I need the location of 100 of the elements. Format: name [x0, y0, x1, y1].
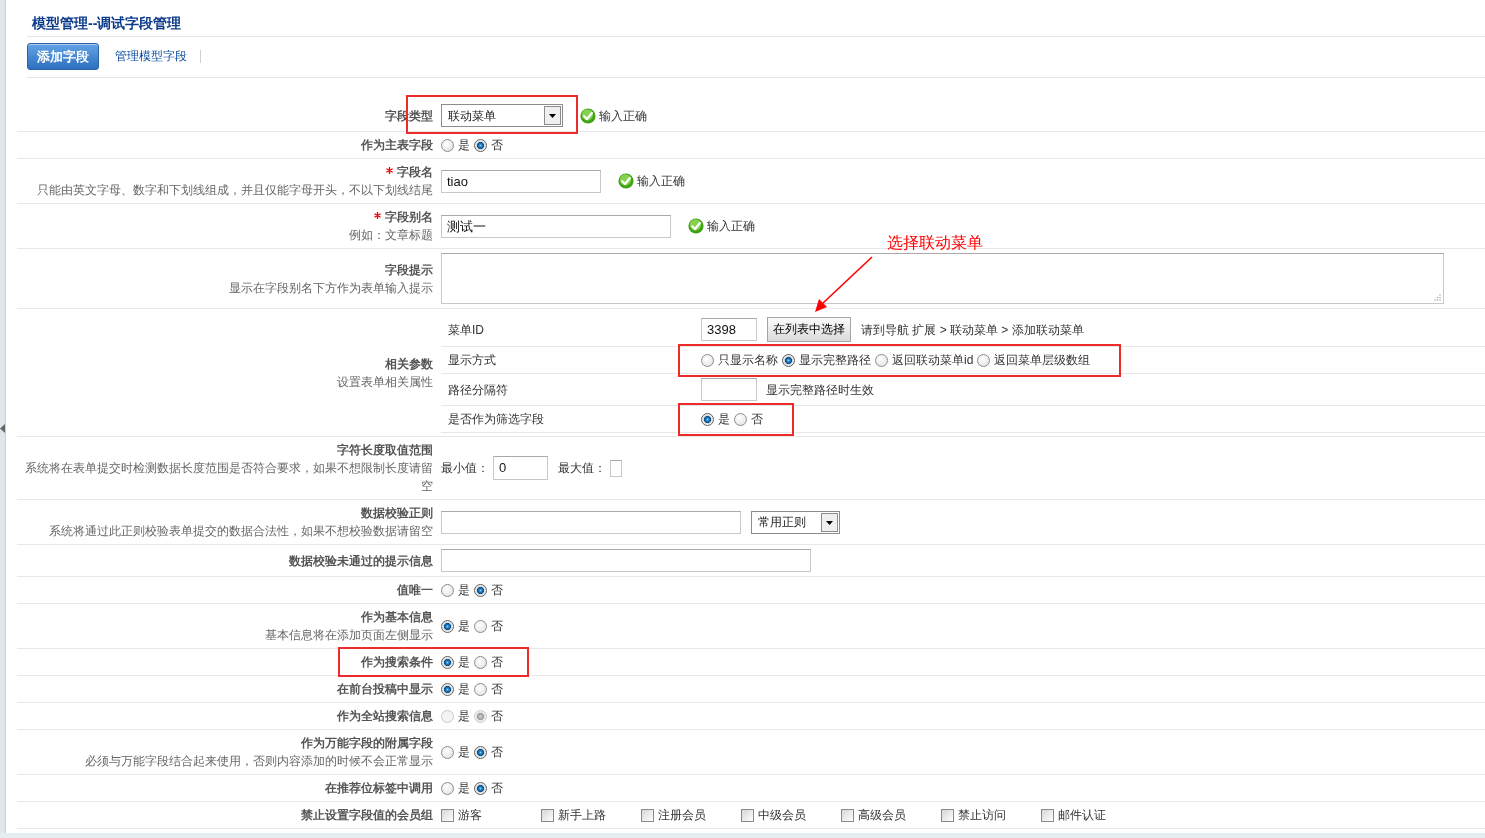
- radio-label: 否: [491, 681, 503, 698]
- max-label: 最大值：: [558, 460, 606, 477]
- radio-button[interactable]: [441, 655, 454, 669]
- radio-button[interactable]: [701, 353, 714, 367]
- radio-label: 否: [491, 137, 503, 154]
- field-label: 相关参数: [385, 355, 433, 373]
- checkbox[interactable]: [1041, 808, 1054, 822]
- text-field[interactable]: [701, 378, 757, 401]
- check-circle-icon: [688, 218, 704, 234]
- resize-grip-icon: [1434, 294, 1441, 301]
- field-hint: 设置表单相关属性: [337, 373, 433, 391]
- radio-button[interactable]: [441, 138, 454, 152]
- field-hint: 显示在字段别名下方作为表单输入提示: [229, 279, 433, 297]
- dropdown-select[interactable]: 常用正则: [751, 510, 840, 534]
- field-label: 数据校验正则: [361, 505, 433, 522]
- radio-label: 否: [491, 780, 503, 797]
- radio-label: 否: [491, 618, 503, 635]
- radio-button[interactable]: [441, 682, 454, 696]
- checkbox[interactable]: [941, 808, 954, 822]
- checkbox[interactable]: [841, 808, 854, 822]
- checkbox-label: 注册会员: [658, 807, 706, 824]
- checkbox-label: 新手上路: [558, 807, 606, 824]
- field-hint: 必须与万能字段结合起来使用，否则内容添加的时候不会正常显示: [85, 753, 433, 770]
- radio-button[interactable]: [782, 353, 795, 367]
- check-circle-icon: [580, 107, 596, 124]
- tab[interactable]: 添加字段: [27, 43, 99, 70]
- radio-button[interactable]: [875, 353, 888, 367]
- field-label: 禁止设置字段值的会员组: [301, 807, 433, 824]
- radio-label: 否: [491, 654, 503, 671]
- status-text: 输入正确: [599, 107, 647, 125]
- page-title: 模型管理--调试字段管理: [32, 15, 182, 31]
- text-field[interactable]: 3398: [701, 318, 757, 341]
- param-label: 显示方式: [448, 352, 496, 369]
- field-hint: 系统将在表单提交时检测数据长度范围是否符合要求，如果不想限制长度请留空: [25, 460, 433, 495]
- checkbox[interactable]: [741, 808, 754, 822]
- radio-label: 否: [751, 411, 763, 428]
- text-field[interactable]: [441, 510, 741, 534]
- radio-button[interactable]: [474, 682, 487, 696]
- text-field[interactable]: 0: [493, 456, 548, 480]
- status-text: 输入正确: [637, 173, 685, 190]
- radio-label: 否: [491, 744, 503, 761]
- radio-label: 否: [491, 708, 503, 725]
- radio-button[interactable]: [474, 138, 487, 152]
- field-hint: 例如：文章标题: [349, 227, 433, 244]
- param-label: 菜单ID: [448, 321, 484, 339]
- param-label: 是否作为筛选字段: [448, 411, 544, 428]
- radio-label: 是: [718, 411, 730, 428]
- radio-label: 是: [458, 780, 470, 797]
- radio-button[interactable]: [734, 412, 747, 426]
- field-label: 数据校验未通过的提示信息: [289, 552, 433, 570]
- collapse-arrow-icon[interactable]: [0, 424, 5, 433]
- radio-button[interactable]: [474, 583, 487, 597]
- radio-label: 是: [458, 744, 470, 761]
- radio-label: 是: [458, 708, 470, 725]
- radio-button[interactable]: [701, 412, 714, 426]
- checkbox[interactable]: [441, 808, 454, 822]
- textarea-field[interactable]: [441, 253, 1444, 304]
- field-hint: 只能由英文字母、数字和下划线组成，并且仅能字母开头，不以下划线结尾: [37, 182, 433, 199]
- radio-button[interactable]: [441, 745, 454, 759]
- text-field[interactable]: [610, 459, 622, 477]
- checkbox-label: 中级会员: [758, 807, 806, 824]
- text-field[interactable]: tiao: [441, 169, 601, 193]
- radio-label: 只显示名称: [718, 352, 778, 369]
- annotation-text: 选择联动菜单: [887, 233, 983, 253]
- radio-button[interactable]: [474, 781, 487, 795]
- checkbox[interactable]: [641, 808, 654, 822]
- field-label: 字段提示: [385, 261, 433, 279]
- radio-button[interactable]: [474, 619, 487, 633]
- select-from-list-button[interactable]: 在列表中选择: [767, 317, 851, 342]
- dropdown-select[interactable]: 联动菜单: [441, 104, 563, 127]
- radio-button[interactable]: [977, 353, 991, 367]
- text-field[interactable]: 测试一: [441, 214, 671, 238]
- radio-button[interactable]: [474, 745, 487, 759]
- radio-button[interactable]: [474, 655, 487, 669]
- radio-label: 否: [491, 582, 503, 599]
- field-label: 作为主表字段: [361, 137, 433, 154]
- radio-button[interactable]: [441, 583, 454, 597]
- field-hint: 基本信息将在添加页面左侧显示: [265, 627, 433, 644]
- checkbox-label: 邮件认证: [1058, 807, 1106, 824]
- radio-button[interactable]: [441, 781, 454, 795]
- field-label: 字段别名: [385, 209, 433, 226]
- help-text: 显示完整路径时生效: [766, 381, 874, 399]
- min-label: 最小值：: [441, 460, 489, 477]
- checkbox-label: 高级会员: [858, 807, 906, 824]
- checkbox[interactable]: [541, 808, 554, 822]
- field-label: 作为搜索条件: [361, 654, 433, 671]
- radio-button[interactable]: [441, 619, 454, 633]
- help-text: 请到导航 扩展 > 联动菜单 > 添加联动菜单: [861, 321, 1084, 339]
- checkbox-label: 游客: [458, 807, 482, 824]
- field-label: 字段名: [397, 164, 433, 181]
- annotation-arrow: [815, 256, 873, 312]
- radio-label: 是: [458, 618, 470, 635]
- tab[interactable]: 管理模型字段: [105, 43, 197, 70]
- status-text: 输入正确: [707, 218, 755, 235]
- check-circle-icon: [618, 173, 634, 189]
- field-label: 作为万能字段的附属字段: [301, 735, 433, 752]
- field-label: 作为基本信息: [361, 609, 433, 626]
- radio-label: 显示完整路径: [799, 352, 871, 369]
- radio-label: 返回联动菜单id: [892, 352, 974, 369]
- text-field[interactable]: [441, 549, 811, 572]
